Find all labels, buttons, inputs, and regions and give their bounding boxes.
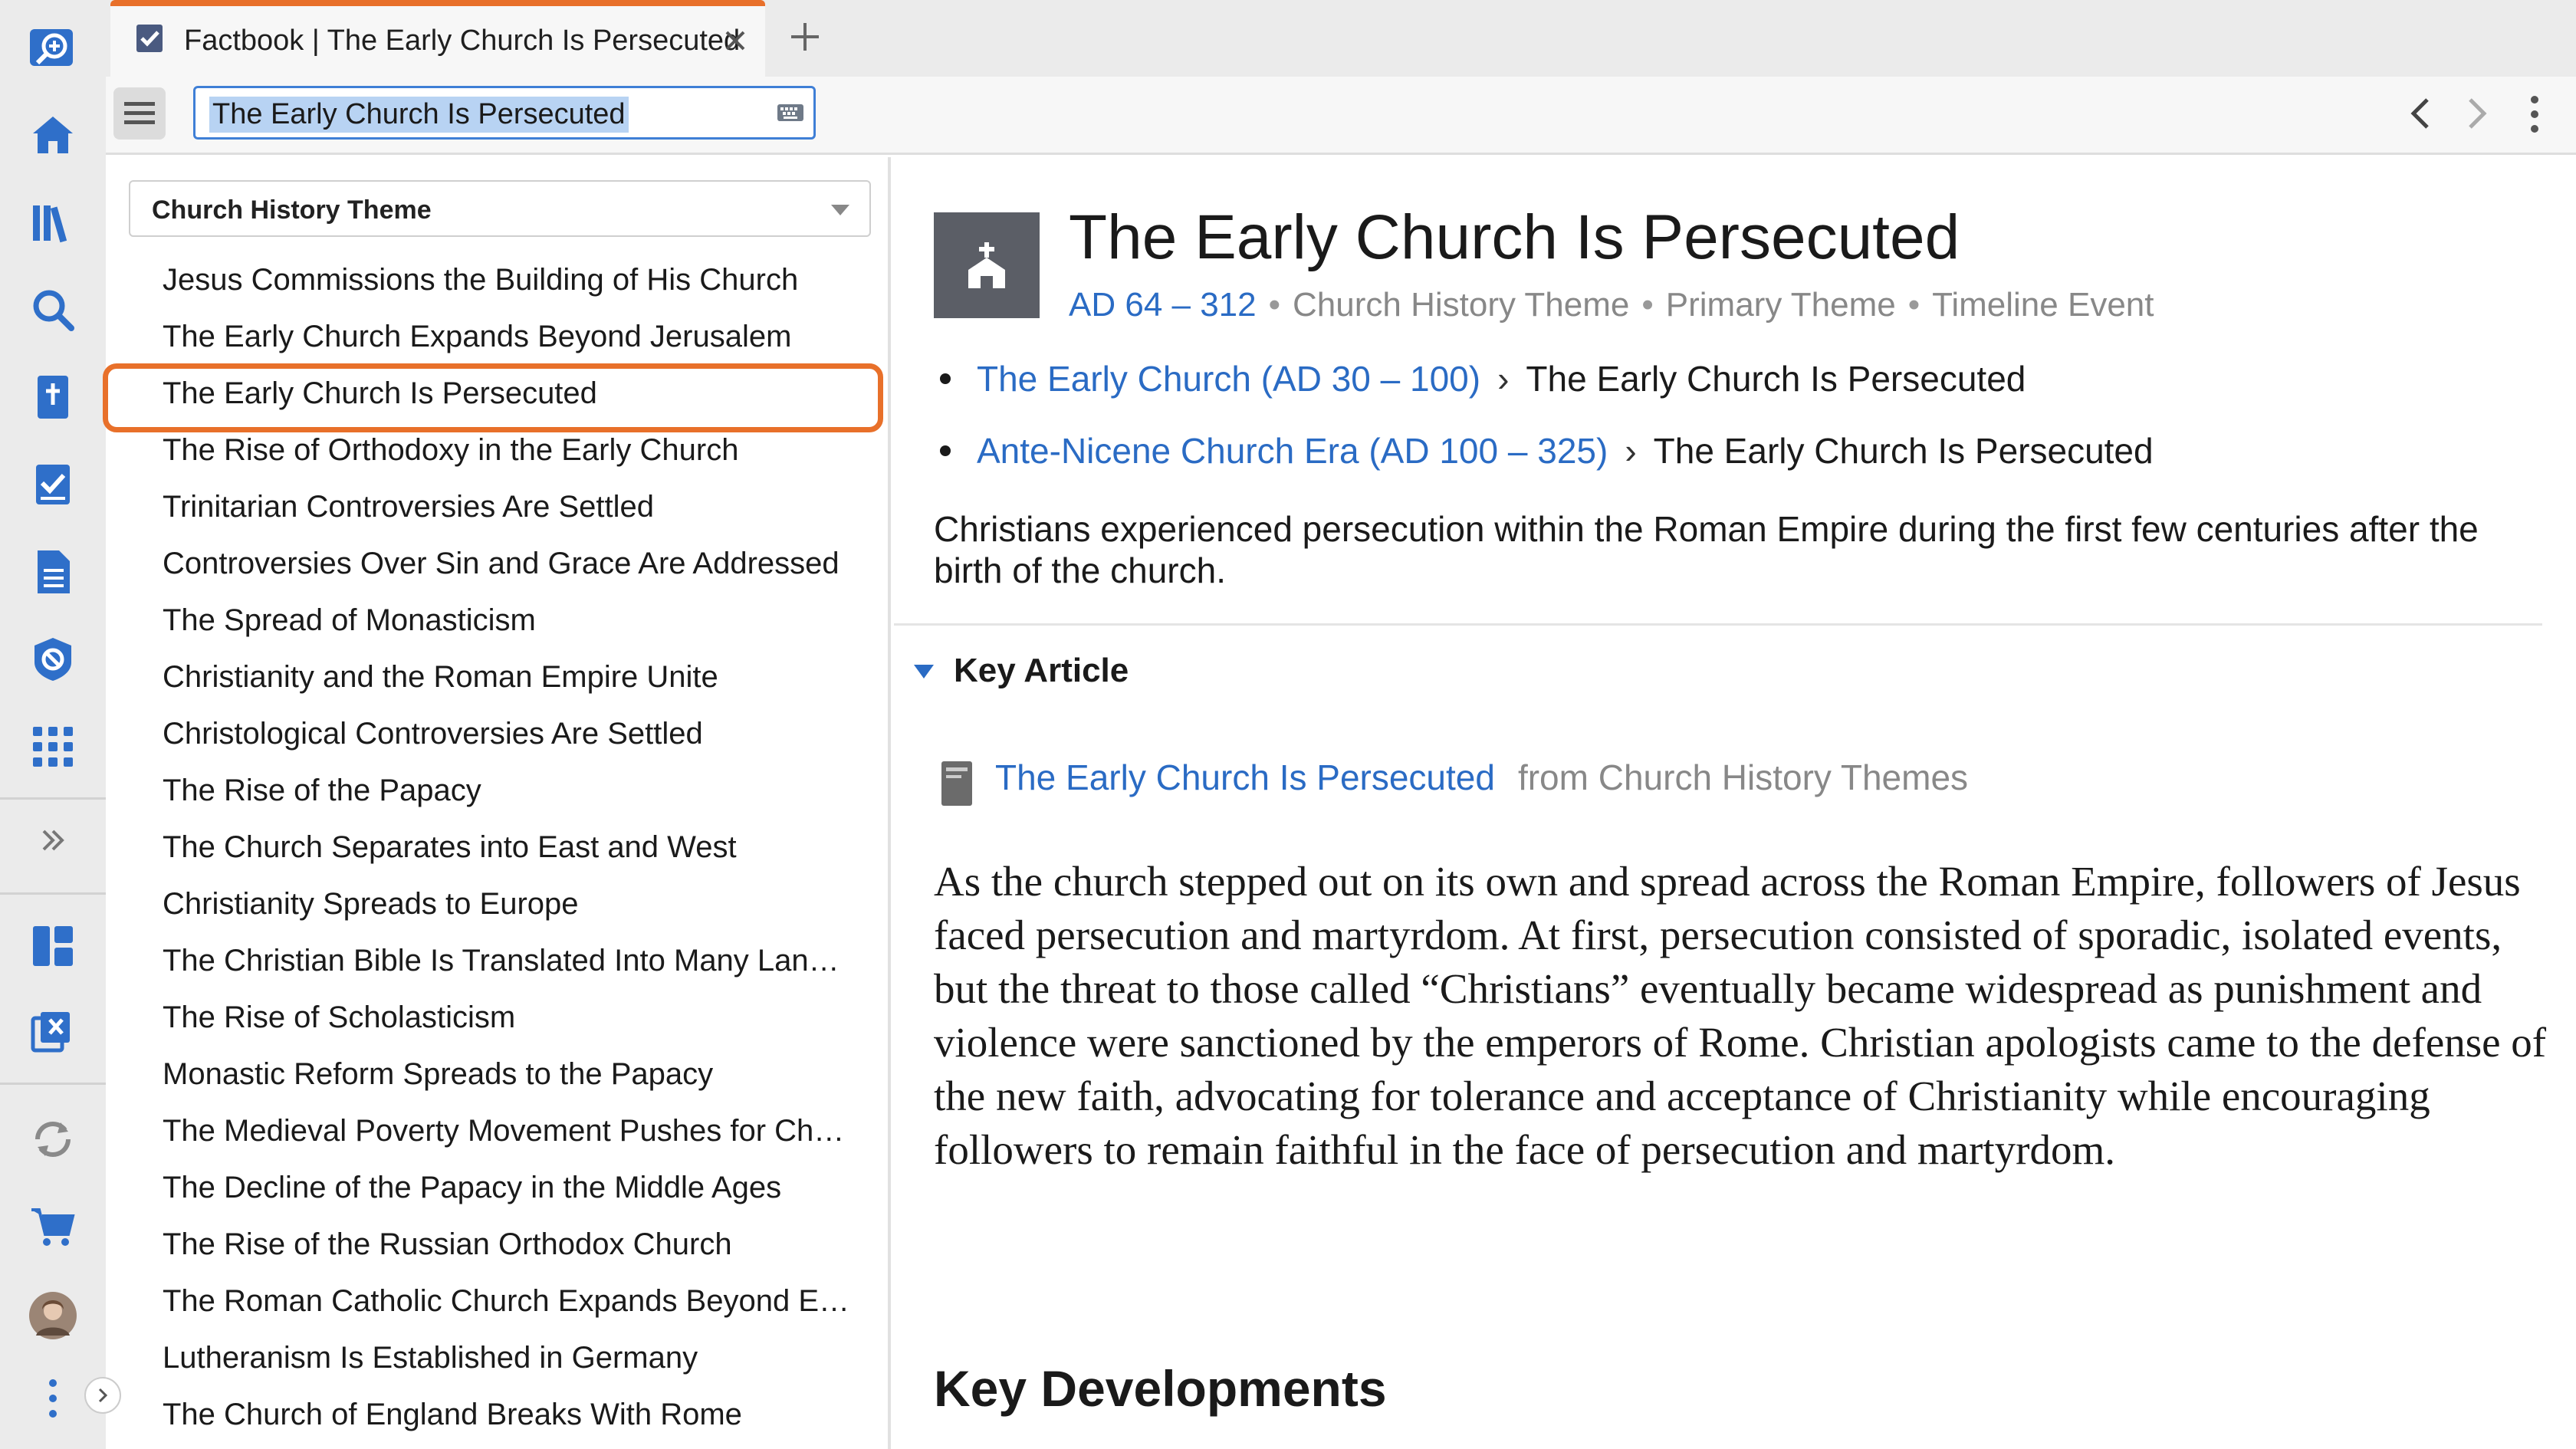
search-icon[interactable] (27, 284, 79, 336)
topic-item[interactable]: The Church Separates into East and West (163, 824, 868, 870)
topic-item[interactable]: Monastic Reform Spreads to the Papacy (163, 1051, 868, 1097)
article-summary: Christians experienced persecution withi… (934, 509, 2479, 590)
topic-item[interactable]: The Rise of Scholasticism (163, 994, 868, 1040)
search-input[interactable]: The Early Church Is Persecuted (193, 86, 816, 140)
factbook-search-icon[interactable] (27, 23, 79, 75)
library-icon[interactable] (27, 196, 79, 248)
article-body: As the church stepped out on its own and… (934, 858, 2547, 1173)
theme-dropdown-label: Church History Theme (152, 196, 432, 225)
layouts-icon[interactable] (27, 920, 79, 972)
breadcrumb: Ante-Nicene Church Era (AD 100 – 325) › Th… (940, 430, 2154, 472)
article-meta: AD 64 – 312 • Church History Theme • Primary… (1069, 286, 2154, 324)
tab-title: Factbook | The Early Church Is Persecute… (184, 25, 741, 57)
topic-item[interactable]: Jesus Commissions the Building of His Ch… (163, 257, 868, 303)
cart-icon[interactable] (27, 1201, 79, 1253)
topic-item[interactable]: The Spread of Monasticism (163, 597, 868, 643)
topic-item[interactable]: The Christian Bible Is Translated Into M… (163, 938, 868, 984)
topic-item[interactable]: The Church of England Breaks With Rome (163, 1392, 868, 1438)
topic-item[interactable]: The Medieval Poverty Movement Pushes for… (163, 1108, 868, 1154)
keyboard-icon[interactable] (777, 102, 804, 123)
expand-icon[interactable] (27, 814, 79, 866)
toolbar: The Early Church Is Persecuted (106, 77, 2576, 155)
document-icon[interactable] (27, 546, 79, 598)
selected-topic-highlight (103, 363, 883, 432)
checkbox-icon (135, 23, 166, 54)
bible-icon[interactable] (27, 371, 79, 423)
collapse-caret-icon[interactable] (914, 665, 934, 678)
more-options-icon[interactable] (2528, 95, 2541, 133)
topic-item[interactable]: Christianity and the Roman Empire Unite (163, 654, 868, 700)
topic-item[interactable]: The Rise of the Russian Orthodox Church (163, 1221, 868, 1267)
key-article-source: from Church History Themes (1517, 757, 1969, 797)
search-input-value: The Early Church Is Persecuted (209, 97, 629, 133)
topic-item[interactable]: Trinitarian Controversies Are Settled (163, 484, 868, 530)
key-article-link[interactable]: The Early Church Is Persecuted (995, 757, 1495, 797)
article-content: The Early Church Is Persecuted AD 64 – 3… (894, 157, 2576, 1449)
topic-panel: Church History Theme Jesus Commissions t… (106, 157, 985, 1449)
sync-icon[interactable] (27, 1113, 79, 1165)
atlas-icon[interactable] (27, 633, 79, 685)
breadcrumb-parent-link[interactable]: The Early Church (AD 30 – 100) (977, 359, 1480, 399)
topic-item[interactable]: The Decline of the Papacy in the Middle … (163, 1165, 868, 1211)
checklist-icon[interactable] (27, 458, 79, 511)
meta-timeline: Timeline Event (1932, 286, 2154, 324)
topic-item[interactable]: The Early Church Expands Beyond Jerusale… (163, 314, 868, 360)
collapse-toggle-icon[interactable] (84, 1377, 121, 1414)
forward-icon[interactable] (2461, 97, 2492, 130)
close-icon[interactable] (724, 29, 747, 52)
key-article: The Early Church Is Persecuted from Churc… (995, 757, 1968, 798)
topic-item[interactable]: Christianity Spreads to Europe (163, 881, 868, 927)
close-panels-icon[interactable] (27, 1004, 79, 1056)
add-tab-icon[interactable] (790, 21, 820, 52)
apps-grid-icon[interactable] (27, 721, 79, 773)
topic-item[interactable]: The Rise of the Papacy (163, 767, 868, 813)
tab-factbook[interactable]: Factbook | The Early Church Is Persecute… (110, 0, 765, 77)
hamburger-icon (124, 102, 155, 124)
topic-item[interactable]: The Roman Catholic Church Expands Beyond… (163, 1278, 868, 1324)
breadcrumb: The Early Church (AD 30 – 100) › The Early… (940, 358, 2026, 399)
home-icon[interactable] (27, 109, 79, 161)
chevron-down-icon (831, 205, 849, 215)
more-icon[interactable] (27, 1372, 79, 1424)
breadcrumb-current: The Early Church Is Persecuted (1653, 431, 2154, 471)
date-range-link[interactable]: AD 64 – 312 (1069, 286, 1257, 324)
topic-item[interactable]: The Rise of Orthodoxy in the Early Churc… (163, 427, 868, 473)
church-icon (934, 212, 1040, 318)
key-article-heading[interactable]: Key Article (954, 652, 1129, 690)
divider (894, 623, 2542, 626)
book-icon (940, 760, 974, 807)
breadcrumb-parent-link[interactable]: Ante-Nicene Church Era (AD 100 – 325) (977, 431, 1608, 471)
avatar[interactable] (27, 1290, 79, 1342)
topic-item[interactable]: Christological Controversies Are Settled (163, 711, 868, 757)
breadcrumb-current: The Early Church Is Persecuted (1526, 359, 2026, 399)
back-icon[interactable] (2406, 97, 2436, 130)
topic-item[interactable]: Lutheranism Is Established in Germany (163, 1335, 868, 1381)
theme-dropdown[interactable]: Church History Theme (129, 180, 871, 237)
tab-strip: Factbook | The Early Church Is Persecute… (106, 0, 2576, 77)
section-heading: Key Developments (934, 1360, 1387, 1417)
app-sidebar (0, 0, 106, 1449)
article-title: The Early Church Is Persecuted (1069, 202, 1960, 272)
meta-theme: Church History Theme (1293, 286, 1630, 324)
topic-item[interactable]: Controversies Over Sin and Grace Are Add… (163, 540, 868, 586)
menu-button[interactable] (113, 87, 166, 140)
meta-primary: Primary Theme (1665, 286, 1896, 324)
